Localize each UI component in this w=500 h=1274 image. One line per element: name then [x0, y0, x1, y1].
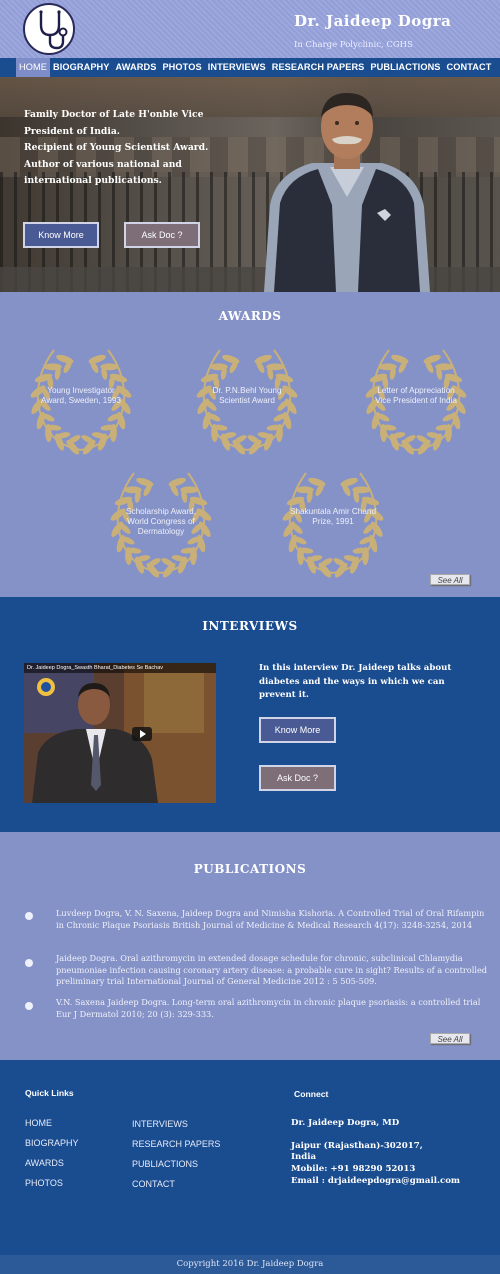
nav-photos[interactable]: PHOTOS: [159, 58, 204, 77]
publication-item: V.N. Saxena Jaideep Dogra. Long-term ora…: [56, 997, 481, 1019]
publications-see-all-button[interactable]: See All: [430, 1033, 470, 1044]
footer-link-home[interactable]: HOME: [25, 1118, 52, 1128]
video-frame: [24, 663, 216, 803]
copyright: Copyright 2016 Dr. Jaideep Dogra: [0, 1255, 500, 1274]
nav-awards[interactable]: AWARDS: [113, 58, 160, 77]
publications-title: PUBLICATIONS: [193, 862, 307, 876]
hero-line: Author of various national and internati…: [24, 158, 182, 187]
site-header: Dr. Jaideep Dogra In Charge Polyclinic, …: [0, 0, 500, 58]
award-item[interactable]: Scholarship Award, World Congress of Der…: [102, 467, 220, 579]
award-label: Letter of Appreciation Vice President of…: [375, 386, 457, 405]
nav-biography[interactable]: BIOGRAPHY: [50, 58, 113, 77]
interviews-title: INTERVIEWS: [202, 619, 298, 633]
contact-address: Jaipur (Rajasthan)-302017,: [291, 1141, 423, 1151]
nav-contact[interactable]: CONTACT: [444, 58, 495, 77]
publications-section: PUBLICATIONS Luvdeep Dogra, V. N. Saxena…: [0, 832, 500, 1060]
interviews-section: INTERVIEWS Dr. Jaideep Dogra_Swasth Bhar…: [0, 597, 500, 832]
award-item[interactable]: Letter of Appreciation Vice President of…: [357, 344, 475, 456]
nav-research-papers[interactable]: RESEARCH PAPERS: [269, 58, 368, 77]
publication-item: Jaideep Dogra. Oral azithromycin in exte…: [56, 953, 488, 986]
publication-item: Luvdeep Dogra, V. N. Saxena, Jaideep Dog…: [56, 908, 485, 930]
site-footer: Quick Links HOME BIOGRAPHY AWARDS PHOTOS…: [0, 1060, 500, 1255]
footer-link-awards[interactable]: AWARDS: [25, 1158, 64, 1168]
hero-text: Family Doctor of Late H'onble Vice Presi…: [24, 107, 244, 190]
footer-link-photos[interactable]: PHOTOS: [25, 1178, 63, 1188]
contact-country: India: [291, 1152, 317, 1162]
interview-know-more-button[interactable]: Know More: [259, 717, 336, 743]
hero-line: Recipient of Young Scientist Award.: [24, 142, 209, 154]
nav-home[interactable]: HOME: [16, 58, 50, 77]
footer-link-biography[interactable]: BIOGRAPHY: [25, 1138, 79, 1148]
awards-title: AWARDS: [218, 309, 282, 323]
hero-ask-doc-button[interactable]: Ask Doc ?: [124, 222, 200, 248]
footer-link-interviews[interactable]: INTERVIEWS: [132, 1119, 188, 1129]
contact-email[interactable]: Email : drjaideepdogra@gmail.com: [291, 1176, 460, 1188]
footer-link-publications[interactable]: PUBLIACTIONS: [132, 1159, 198, 1169]
nav-publications[interactable]: PUBLIACTIONS: [367, 58, 443, 77]
hero-banner: Family Doctor of Late H'onble Vice Presi…: [0, 77, 500, 292]
quick-links-title: Quick Links: [25, 1088, 74, 1098]
interview-description: In this interview Dr. Jaideep talks abou…: [259, 663, 452, 700]
main-nav: HOME BIOGRAPHY AWARDS PHOTOS INTERVIEWS …: [0, 58, 500, 77]
bullet-icon: [25, 912, 33, 920]
play-icon[interactable]: [132, 727, 152, 741]
bullet-icon: [25, 1002, 33, 1010]
awards-see-all-button[interactable]: See All: [430, 574, 470, 585]
award-label: Scholarship Award, World Congress of Der…: [126, 507, 196, 536]
site-subtitle: In Charge Polyclinic, CGHS: [294, 40, 413, 50]
award-item[interactable]: Shakuntala Amir Chand Prize, 1991: [274, 467, 392, 579]
award-item[interactable]: Young Investigator Award, Sweden, 1993: [22, 344, 140, 456]
award-label: Young Investigator Award, Sweden, 1993: [41, 386, 121, 405]
hero-know-more-button[interactable]: Know More: [23, 222, 99, 248]
contact-mobile: Mobile: +91 98290 52013: [291, 1164, 416, 1174]
interview-ask-doc-button[interactable]: Ask Doc ?: [259, 765, 336, 791]
connect-title: Connect: [294, 1089, 329, 1099]
footer-link-contact[interactable]: CONTACT: [132, 1179, 175, 1189]
bullet-icon: [25, 959, 33, 967]
award-label: Dr. P.N.Behl Young Scientist Award: [212, 386, 282, 405]
nav-interviews[interactable]: INTERVIEWS: [205, 58, 269, 77]
award-item[interactable]: Dr. P.N.Behl Young Scientist Award: [188, 344, 306, 456]
footer-link-research-papers[interactable]: RESEARCH PAPERS: [132, 1139, 220, 1149]
video-title: Dr. Jaideep Dogra_Swasth Bharat_Diabetes…: [24, 663, 216, 673]
award-label: Shakuntala Amir Chand Prize, 1991: [289, 507, 377, 526]
hero-line: Family Doctor of Late H'onble Vice Presi…: [24, 109, 204, 137]
site-title: Dr. Jaideep Dogra: [294, 12, 452, 30]
awards-section: AWARDS Young Investigator Award, Sweden,…: [0, 292, 500, 597]
contact-name: Dr. Jaideep Dogra, MD: [291, 1118, 400, 1128]
doctor-portrait: [264, 93, 430, 292]
interview-video[interactable]: Dr. Jaideep Dogra_Swasth Bharat_Diabetes…: [24, 663, 216, 803]
stethoscope-icon[interactable]: [23, 3, 75, 55]
